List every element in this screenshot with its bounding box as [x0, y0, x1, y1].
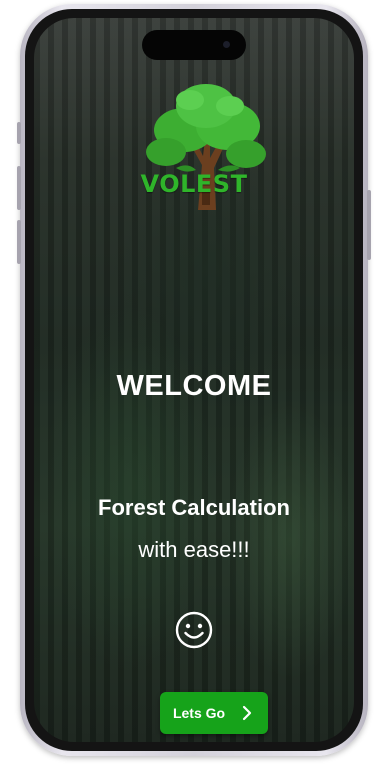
silent-switch: [17, 122, 21, 144]
tagline-line1: Forest Calculation: [98, 495, 290, 520]
tagline-line2: with ease!!!: [138, 537, 250, 562]
power-button: [367, 190, 371, 260]
canvas: VOLEST WELCOME Forest Calculation with e…: [0, 0, 386, 765]
dynamic-island: [142, 30, 246, 60]
brand-logo-text: VOLEST: [140, 170, 248, 198]
splash-screen: VOLEST WELCOME Forest Calculation with e…: [34, 18, 354, 742]
chevron-right-icon: [242, 705, 252, 721]
volume-up-button: [17, 166, 21, 210]
lets-go-button[interactable]: Lets Go: [160, 692, 268, 734]
lets-go-label: Lets Go: [172, 705, 226, 721]
phone-frame: VOLEST WELCOME Forest Calculation with e…: [17, 4, 371, 756]
smiley-face-icon: [175, 611, 213, 649]
welcome-heading: WELCOME: [116, 370, 272, 402]
volume-down-button: [17, 220, 21, 264]
camera-icon: [223, 41, 230, 48]
